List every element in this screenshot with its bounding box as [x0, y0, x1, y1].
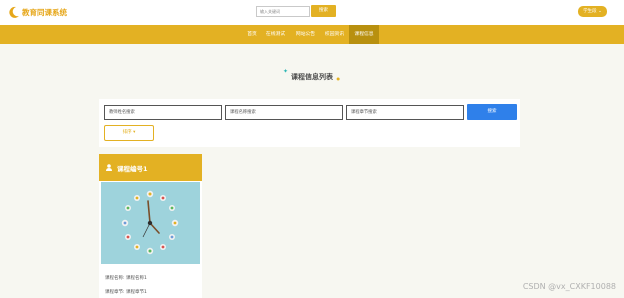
course-card[interactable]: 课程编号1 课程名称: 课程名称1 课程章节: 课程章节1 — [99, 154, 202, 298]
main-nav: 首页 在线测试 网站公告 校园资讯 课程信息 — [0, 25, 624, 44]
header-search-button[interactable]: 搜索 — [311, 5, 336, 17]
watermark: CSDN @vx_CXKF10088 — [522, 282, 616, 291]
top-header: 教育同课系统 搜索 学生段 ⌄ — [0, 0, 624, 25]
page-title-row: ✦ 课程信息列表 ● — [0, 68, 624, 82]
teacher-name-search-input[interactable] — [104, 105, 222, 120]
filter-panel: 搜索 排序 ▾ — [99, 99, 520, 147]
nav-item-online-test[interactable]: 在线测试 — [262, 25, 289, 44]
course-name-search-input[interactable] — [225, 105, 343, 120]
user-icon — [106, 164, 112, 171]
sort-button[interactable]: 排序 ▾ — [104, 125, 154, 141]
nav-item-home[interactable]: 首页 — [244, 25, 260, 44]
app-title[interactable]: 教育同课系统 — [22, 7, 67, 18]
header-search-input[interactable] — [256, 6, 310, 17]
course-name-value: 课程名称1 — [125, 276, 147, 281]
user-menu-dropdown[interactable]: 学生段 ⌄ — [578, 6, 607, 17]
course-chapter-search-input[interactable] — [346, 105, 464, 120]
moon-logo-icon — [9, 6, 19, 18]
card-course-name: 课程名称: 课程名称1 — [105, 275, 147, 281]
filter-search-button[interactable]: 搜索 — [467, 104, 517, 120]
nav-item-campus-news[interactable]: 校园资讯 — [321, 25, 348, 44]
clock-with-toys-image[interactable] — [101, 182, 200, 264]
card-header: 课程编号1 — [99, 154, 202, 181]
sparkle-icon: ✦ — [283, 68, 289, 75]
course-chapter-value: 课程章节1 — [125, 290, 147, 295]
course-chapter-label: 课程章节: — [105, 290, 125, 295]
nav-item-announcements[interactable]: 网站公告 — [292, 25, 319, 44]
nav-item-course-info[interactable]: 课程信息 — [349, 25, 379, 44]
card-title: 课程编号1 — [117, 165, 148, 173]
card-course-chapter: 课程章节: 课程章节1 — [105, 289, 147, 295]
page-title: 课程信息列表 — [291, 73, 333, 81]
dot-icon: ● — [336, 76, 341, 81]
course-name-label: 课程名称: — [105, 276, 125, 281]
